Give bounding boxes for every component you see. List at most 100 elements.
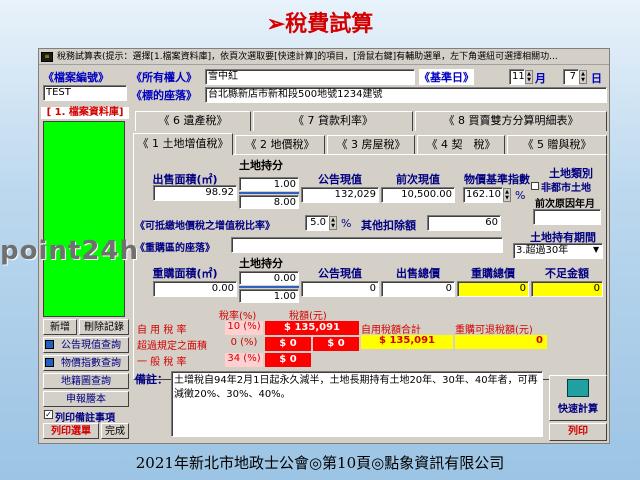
price-index-field[interactable]: 162.10 xyxy=(463,187,503,203)
rep-present-value-field[interactable]: 0 xyxy=(301,281,379,297)
index-icon xyxy=(45,358,54,367)
prev-value-field[interactable]: 10,500.00 xyxy=(381,187,455,203)
location-field[interactable]: 台北縣新店市新和段500地號1234建號 xyxy=(205,87,607,103)
delete-record-button[interactable]: 刪除記錄 xyxy=(79,319,129,335)
rep-holding-numerator[interactable]: 0.00 xyxy=(239,271,299,285)
holding-period-select[interactable]: 3.超過30年 xyxy=(513,243,603,259)
self-use-label: 自 用 稅 率 xyxy=(137,325,187,336)
base-date-label: 《基準日》 xyxy=(419,69,474,85)
sale-total-field[interactable]: 0 xyxy=(381,281,455,297)
app-icon: ≡ xyxy=(41,52,53,62)
file-database-list[interactable] xyxy=(43,121,125,317)
repurchase-area-label: 重購面積(㎡) xyxy=(152,267,218,280)
rep-total-label: 重購總價 xyxy=(471,267,515,280)
holding-denominator-field[interactable]: 8.00 xyxy=(239,195,299,209)
shortfall-label: 不足金額 xyxy=(545,267,589,280)
rep-holding-label: 土地持分 xyxy=(239,257,283,270)
price-index-label: 物價基準指數 xyxy=(464,173,530,186)
chevron-down-icon: ▼ xyxy=(593,245,600,254)
prev-year-field[interactable] xyxy=(533,209,601,225)
location-label: 《標的座落》 xyxy=(131,89,197,102)
excess-tax: $ 0 xyxy=(265,337,311,351)
tab-loan-rate[interactable]: 《 7 貸款利率》 xyxy=(253,111,413,131)
sale-area-field[interactable]: 98.92 xyxy=(153,185,237,201)
tab-settlement[interactable]: 《 8 買賣雙方分算明細表》 xyxy=(415,111,607,131)
price-index-pct: % xyxy=(515,189,526,202)
land-value-query-button[interactable]: 公告現值查詢 xyxy=(43,337,129,353)
slide-footer: 2021年新北市地政士公會◎第10頁◎點象資訊有限公司 xyxy=(135,454,505,472)
tax-header: 稅額(元) xyxy=(289,311,327,322)
window-titlebar: 稅務試算表(提示：選擇[1.檔案資料庫]，依頁次選取要[快速計算]的項目，[滑鼠… xyxy=(39,49,609,65)
notes-textarea[interactable]: 土增稅自94年2月1日起永久減半，土地長期持有土地20年、30年、40年者，可再… xyxy=(171,371,543,437)
deduct-ratio-pct: % xyxy=(341,217,352,230)
add-button[interactable]: 新增 xyxy=(43,319,77,335)
excess-tax-2: $ 0 xyxy=(313,337,359,351)
repurchase-area-field[interactable]: 0.00 xyxy=(153,281,237,297)
repurchase-location-label: 《重購區的座落》 xyxy=(135,243,215,254)
day-unit: 日 xyxy=(591,72,602,85)
self-use-total: $ 135,091 xyxy=(361,335,453,349)
shortfall-field[interactable]: 0 xyxy=(531,281,603,297)
owner-field[interactable]: 雪中紅 xyxy=(205,69,415,85)
month-unit: 月 xyxy=(535,72,546,85)
non-urban-checkbox[interactable] xyxy=(531,182,539,190)
query-icon xyxy=(45,340,54,349)
other-deduct-field[interactable]: 60 xyxy=(427,215,501,231)
self-use-tax: $ 135,091 xyxy=(265,321,359,335)
month-field[interactable]: 11 xyxy=(509,69,525,85)
deduct-ratio-label: 《可抵繳地價稅之增值稅比率》 xyxy=(135,221,275,232)
tab-deed-tax[interactable]: 《 4 契 稅》 xyxy=(417,135,505,155)
price-index-query-button[interactable]: 物價指數查詢 xyxy=(43,355,129,371)
sale-total-label: 出售總價 xyxy=(396,267,440,280)
present-value-label: 公告現值 xyxy=(318,173,362,186)
rep-present-value-label: 公告現值 xyxy=(318,267,362,280)
refund-label: 重購可退稅額(元) xyxy=(455,325,533,336)
month-spinner[interactable]: ▲ ▼ xyxy=(525,70,533,84)
owner-label: 《所有權人》 xyxy=(131,71,197,84)
tab-gift-tax[interactable]: 《 5 贈與稅》 xyxy=(507,135,607,155)
day-field[interactable]: 7 xyxy=(563,69,579,85)
fraction-bar xyxy=(239,192,299,194)
notes-label: 備註： xyxy=(135,373,168,386)
watermark-logo: point24h xyxy=(0,236,140,266)
self-use-rate: 10 (%) xyxy=(225,321,263,335)
holding-numerator-field[interactable]: 1.00 xyxy=(239,177,299,191)
print-notes-label: 列印備註事項 xyxy=(55,413,115,424)
prev-year-label: 前次原因年月 xyxy=(535,199,595,210)
general-tax: $ 0 xyxy=(265,353,311,367)
declaration-button[interactable]: 申報謄本 xyxy=(43,391,129,407)
general-rate: 34 (%) xyxy=(225,353,263,367)
tab-house-tax[interactable]: 《 3 房屋稅》 xyxy=(327,135,415,155)
repurchase-location-field[interactable] xyxy=(231,237,503,253)
tab-land-tax[interactable]: 《 2 地價稅》 xyxy=(235,135,325,155)
rep-total-field[interactable]: 0 xyxy=(457,281,529,297)
excess-rate: 0 (%) xyxy=(230,337,258,348)
prev-value-label: 前次現值 xyxy=(396,173,440,186)
rate-header: 稅率(%) xyxy=(219,311,257,322)
database-title: [ 1. 檔案資料庫] xyxy=(41,107,129,119)
print-menu-button[interactable]: 列印選單 xyxy=(43,423,99,439)
excess-label: 超過規定之面積 xyxy=(137,341,207,352)
map-query-button[interactable]: 地籍圖查詢 xyxy=(43,373,129,389)
tab-inheritance-tax[interactable]: 《 6 遺產稅》 xyxy=(135,111,251,131)
deduct-ratio-spinner[interactable]: ▲ ▼ xyxy=(329,216,337,230)
calculator-icon xyxy=(567,379,589,397)
case-no-field[interactable]: TEST xyxy=(43,85,127,101)
rep-holding-denominator[interactable]: 1.00 xyxy=(239,289,299,303)
price-index-spinner[interactable]: ▲ ▼ xyxy=(503,188,511,202)
print-notes-checkbox[interactable]: ✓ xyxy=(44,410,53,419)
refund-value: 0 xyxy=(455,335,547,349)
day-spinner[interactable]: ▲ ▼ xyxy=(579,70,587,84)
print-button[interactable]: 列印 xyxy=(549,423,607,441)
other-deduct-label: 其他扣除額 xyxy=(361,219,416,232)
deduct-ratio-field[interactable]: 5.0 xyxy=(305,215,329,231)
general-label: 一 般 稅 率 xyxy=(137,357,187,368)
present-value-field[interactable]: 132,029 xyxy=(301,187,379,203)
self-use-total-label: 自用稅額合計 xyxy=(361,325,421,336)
tab-land-value-tax[interactable]: 《 1 土地增值稅》 xyxy=(133,133,233,155)
done-button[interactable]: 完成 xyxy=(101,423,129,439)
case-no-label: 《檔案編號》 xyxy=(43,71,109,84)
slide-title: ➢稅費試算 xyxy=(266,11,374,37)
non-urban-label: 非都市土地 xyxy=(541,183,591,194)
holding-label: 土地持分 xyxy=(239,159,283,172)
